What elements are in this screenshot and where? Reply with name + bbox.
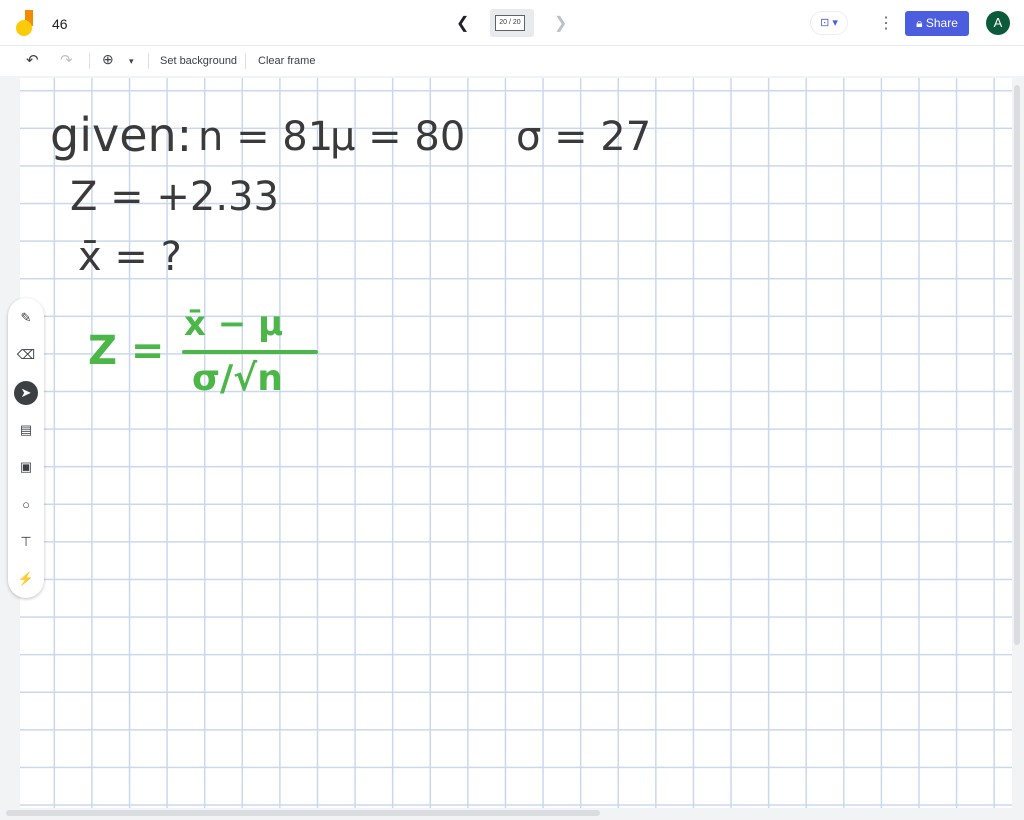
avatar[interactable]: A <box>986 11 1010 35</box>
handwriting-n: n = 81 <box>198 114 333 160</box>
whiteboard-canvas[interactable]: given: n = 81 μ = 80 σ = 27 Z = +2.33 x̄… <box>20 78 1012 808</box>
handwriting-formula-lhs: Z = <box>88 328 164 374</box>
toolbar: ↶ ↷ ⊕ ▾ Set background Clear frame <box>0 46 1024 76</box>
sticky-note-icon[interactable]: ▤ <box>14 418 38 442</box>
share-button[interactable]: 🔒︎ Share <box>905 11 969 36</box>
jam-title[interactable]: 46 <box>52 16 68 32</box>
image-icon[interactable]: ▣ <box>14 455 38 479</box>
tool-sidebar: ✎ ⌫ ➤ ▤ ▣ ○ ⊤ ⚡ <box>8 298 44 598</box>
frame-indicator: 20 / 20 <box>495 15 525 31</box>
frame-bar-toggle[interactable]: 20 / 20 <box>490 9 534 37</box>
pen-icon[interactable]: ✎ <box>14 306 38 330</box>
text-box-icon[interactable]: ⊤ <box>14 530 38 554</box>
lock-icon: 🔒︎ <box>916 16 926 30</box>
undo-icon[interactable]: ↶ <box>26 51 39 69</box>
handwriting-xbar: x̄ = ? <box>78 234 182 280</box>
horizontal-scrollbar[interactable] <box>6 810 600 816</box>
handwriting-z: Z = +2.33 <box>70 174 279 220</box>
previous-frame-button[interactable]: ❮ <box>456 13 469 33</box>
eraser-icon[interactable]: ⌫ <box>14 343 38 367</box>
clear-frame-button[interactable]: Clear frame <box>258 55 315 67</box>
next-frame-button[interactable]: ❯ <box>554 13 567 33</box>
jamboard-logo <box>16 10 38 38</box>
vertical-scrollbar[interactable] <box>1014 85 1020 645</box>
redo-icon[interactable]: ↷ <box>60 51 73 69</box>
handwriting-numerator: x̄ − μ <box>184 304 283 344</box>
laser-icon[interactable]: ⚡ <box>14 567 38 591</box>
zoom-dropdown[interactable]: ▾ <box>129 56 134 67</box>
set-background-button[interactable]: Set background <box>160 55 237 67</box>
select-icon[interactable]: ➤ <box>14 381 38 405</box>
handwriting-denominator: σ/√n <box>192 358 283 399</box>
more-options-icon[interactable]: ⋮ <box>878 13 894 33</box>
fraction-bar <box>182 350 318 354</box>
cast-button[interactable]: ⊡ ▾ <box>810 11 848 35</box>
top-bar: 46 ❮ 20 / 20 ❯ ⊡ ▾ ⋮ 🔒︎ Share A <box>0 0 1024 46</box>
circle-icon[interactable]: ○ <box>14 493 38 517</box>
handwriting-given: given: <box>50 108 192 162</box>
zoom-icon[interactable]: ⊕ <box>102 51 114 68</box>
handwriting-mu: μ = 80 <box>330 114 465 160</box>
handwriting-sigma: σ = 27 <box>516 114 651 160</box>
